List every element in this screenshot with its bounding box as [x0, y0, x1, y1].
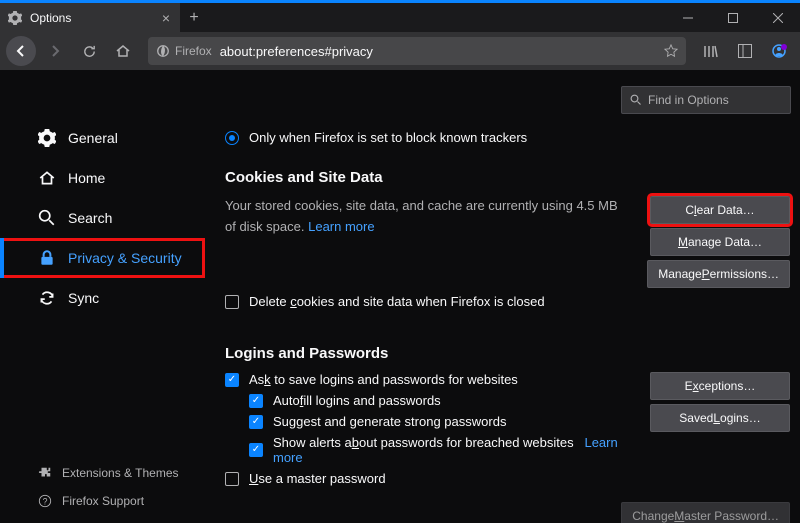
url-bar[interactable]: Firefox about:preferences#privacy — [148, 37, 686, 65]
learn-more-link[interactable]: Learn more — [308, 219, 374, 234]
clear-data-button[interactable]: Clear Data… — [650, 196, 790, 224]
new-tab-button[interactable]: + — [180, 3, 208, 32]
alerts-row[interactable]: Show alerts about passwords for breached… — [225, 435, 621, 465]
suggest-row[interactable]: Suggest and generate strong passwords — [225, 414, 621, 429]
option-label: Show alerts about passwords for breached… — [273, 435, 621, 465]
sidebar-item-search[interactable]: Search — [0, 198, 205, 238]
library-button[interactable] — [696, 36, 726, 66]
sidebar-item-home[interactable]: Home — [0, 158, 205, 198]
sidebar-item-sync[interactable]: Sync — [0, 278, 205, 318]
toolbar: Firefox about:preferences#privacy — [0, 32, 800, 70]
forward-button[interactable] — [40, 36, 70, 66]
sidebar-button[interactable] — [730, 36, 760, 66]
gear-icon — [38, 129, 56, 147]
back-button[interactable] — [6, 36, 36, 66]
sidebar-item-label: Home — [68, 170, 105, 186]
home-icon — [38, 169, 56, 187]
sidebar-item-general[interactable]: General — [0, 118, 205, 158]
content: Find in Options General Home Search Priv… — [0, 70, 800, 523]
maximize-button[interactable] — [710, 3, 755, 32]
browser-tab[interactable]: Options × — [0, 3, 180, 32]
help-icon: ? — [38, 494, 52, 508]
logins-heading: Logins and Passwords — [225, 345, 790, 362]
firefox-support-link[interactable]: ? Firefox Support — [0, 487, 205, 515]
master-password-row[interactable]: Use a master password — [225, 471, 621, 486]
sidebar-item-label: Search — [68, 210, 112, 226]
saved-logins-button[interactable]: Saved Logins… — [650, 404, 790, 432]
option-label: Ask to save logins and passwords for web… — [249, 372, 518, 387]
checkbox-on-icon[interactable] — [249, 443, 263, 457]
cookies-heading: Cookies and Site Data — [225, 169, 790, 186]
minimize-button[interactable] — [665, 3, 710, 32]
sidebar: Find in Options General Home Search Priv… — [0, 70, 205, 523]
option-label: Autofill logins and passwords — [273, 393, 441, 408]
url-text: about:preferences#privacy — [220, 44, 373, 59]
checkbox-off-icon[interactable] — [225, 472, 239, 486]
option-label: Only when Firefox is set to block known … — [249, 130, 527, 145]
sidebar-item-privacy[interactable]: Privacy & Security — [0, 238, 205, 278]
tab-title: Options — [30, 11, 154, 25]
checkbox-on-icon[interactable] — [225, 373, 239, 387]
tab-close-button[interactable]: × — [162, 10, 170, 26]
cookies-description: Your stored cookies, site data, and cach… — [225, 196, 630, 238]
svg-text:?: ? — [43, 497, 48, 507]
extensions-themes-link[interactable]: Extensions & Themes — [0, 459, 205, 487]
window-controls — [665, 3, 800, 32]
option-label: Use a master password — [249, 471, 386, 486]
exceptions-button[interactable]: Exceptions… — [650, 372, 790, 400]
footer-label: Extensions & Themes — [62, 466, 179, 480]
manage-data-button[interactable]: Manage Data… — [650, 228, 790, 256]
main-panel: Only when Firefox is set to block known … — [205, 70, 800, 523]
change-master-password-button[interactable]: Change Master Password… — [621, 502, 790, 523]
radio-on-icon[interactable] — [225, 131, 239, 145]
identity-label: Firefox — [175, 44, 212, 58]
manage-permissions-button[interactable]: Manage Permissions… — [647, 260, 790, 288]
gear-icon — [8, 11, 22, 25]
autofill-row[interactable]: Autofill logins and passwords — [225, 393, 621, 408]
checkbox-on-icon[interactable] — [249, 415, 263, 429]
checkbox-off-icon[interactable] — [225, 295, 239, 309]
checkbox-on-icon[interactable] — [249, 394, 263, 408]
sidebar-footer: Extensions & Themes ? Firefox Support — [0, 459, 205, 523]
home-button[interactable] — [108, 36, 138, 66]
sync-icon — [38, 289, 56, 307]
search-icon — [38, 209, 56, 227]
sidebar-item-label: Privacy & Security — [68, 250, 182, 266]
option-label: Suggest and generate strong passwords — [273, 414, 506, 429]
sidebar-item-label: Sync — [68, 290, 99, 306]
sidebar-item-label: General — [68, 130, 118, 146]
titlebar: Options × + — [0, 0, 800, 32]
footer-label: Firefox Support — [62, 494, 144, 508]
bookmark-star-icon[interactable] — [664, 44, 678, 58]
puzzle-icon — [38, 466, 52, 480]
option-label: Delete cookies and site data when Firefo… — [249, 294, 545, 309]
profile-button[interactable] — [764, 36, 794, 66]
delete-on-close-row[interactable]: Delete cookies and site data when Firefo… — [225, 294, 790, 309]
reload-button[interactable] — [74, 36, 104, 66]
tracking-only-known-row[interactable]: Only when Firefox is set to block known … — [225, 130, 790, 145]
lock-icon — [38, 249, 56, 267]
close-window-button[interactable] — [755, 3, 800, 32]
firefox-icon — [156, 44, 170, 58]
ask-save-row[interactable]: Ask to save logins and passwords for web… — [225, 372, 621, 387]
identity-box[interactable]: Firefox — [156, 44, 212, 58]
